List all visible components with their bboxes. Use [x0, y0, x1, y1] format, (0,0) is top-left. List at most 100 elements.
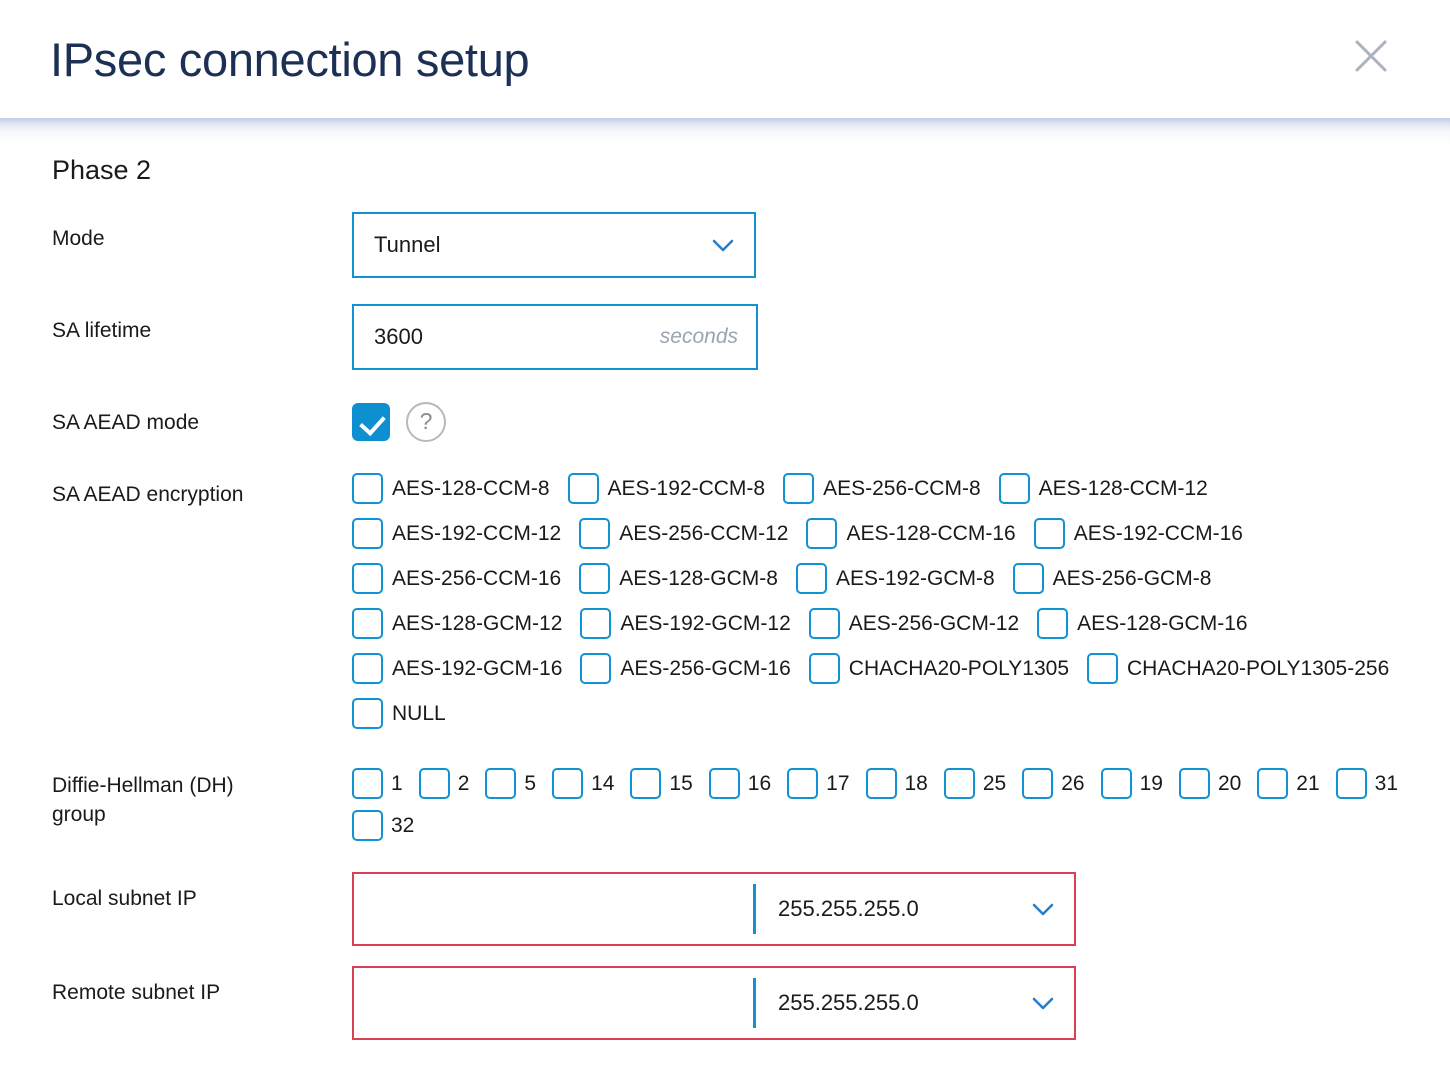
mode-select[interactable]: Tunnel — [352, 212, 756, 278]
close-button[interactable] — [1340, 25, 1402, 87]
dh-group-checkbox[interactable] — [1101, 768, 1132, 799]
control-sa-aead-mode: ? — [352, 396, 1450, 442]
sa-aead-encryption-option[interactable]: AES-192-GCM-16 — [352, 653, 562, 684]
dh-group-checkbox[interactable] — [944, 768, 975, 799]
dh-group-checkbox[interactable] — [552, 768, 583, 799]
dh-group-label: 32 — [391, 814, 414, 838]
form-row-sa-aead-encryption: SA AEAD encryption AES-128-CCM-8 AES-192-… — [0, 468, 1450, 743]
sa-aead-encryption-checkbox[interactable] — [352, 473, 383, 504]
sa-aead-encryption-label: AES-192-CCM-12 — [392, 522, 561, 546]
dh-group-checkbox[interactable] — [1179, 768, 1210, 799]
sa-aead-encryption-checkbox[interactable] — [806, 518, 837, 549]
sa-aead-encryption-checkbox[interactable] — [809, 608, 840, 639]
dh-group-option[interactable]: 31 — [1336, 768, 1398, 799]
dh-group-option[interactable]: 25 — [944, 768, 1006, 799]
remote-subnet-mask-select[interactable]: 255.255.255.0 — [756, 968, 1074, 1038]
dh-group-checkbox[interactable] — [866, 768, 897, 799]
dh-group-label: 26 — [1061, 772, 1084, 796]
sa-aead-encryption-label: CHACHA20-POLY1305-256 — [1127, 657, 1389, 681]
dh-group-checkbox[interactable] — [709, 768, 740, 799]
dh-group-option[interactable]: 5 — [485, 768, 536, 799]
sa-aead-encryption-option[interactable]: AES-256-CCM-16 — [352, 563, 561, 594]
sa-aead-encryption-option[interactable]: AES-128-GCM-16 — [1037, 608, 1247, 639]
sa-aead-encryption-checkbox-group: AES-128-CCM-8 AES-192-CCM-8 AES-256-CCM-8 A… — [352, 468, 1414, 743]
sa-aead-encryption-checkbox[interactable] — [809, 653, 840, 684]
dh-group-option[interactable]: 1 — [352, 768, 403, 799]
dh-group-checkbox[interactable] — [1257, 768, 1288, 799]
local-subnet-mask-value: 255.255.255.0 — [778, 896, 1028, 922]
remote-subnet-ip-input[interactable] — [354, 968, 753, 1038]
dh-group-checkbox[interactable] — [485, 768, 516, 799]
sa-aead-encryption-option[interactable]: AES-192-CCM-16 — [1034, 518, 1243, 549]
sa-aead-encryption-option[interactable]: CHACHA20-POLY1305-256 — [1087, 653, 1389, 684]
sa-aead-encryption-option[interactable]: AES-128-CCM-16 — [806, 518, 1015, 549]
sa-aead-encryption-checkbox[interactable] — [352, 518, 383, 549]
form-row-sa-aead-mode: SA AEAD mode ? — [0, 396, 1450, 442]
sa-aead-encryption-checkbox[interactable] — [1034, 518, 1065, 549]
sa-aead-encryption-checkbox[interactable] — [1013, 563, 1044, 594]
sa-aead-encryption-option[interactable]: AES-256-GCM-12 — [809, 608, 1019, 639]
sa-aead-encryption-checkbox[interactable] — [352, 608, 383, 639]
dh-group-option[interactable]: 18 — [866, 768, 928, 799]
dh-group-option[interactable]: 21 — [1257, 768, 1319, 799]
sa-aead-encryption-option[interactable]: AES-256-CCM-8 — [783, 473, 981, 504]
dh-group-checkbox[interactable] — [787, 768, 818, 799]
sa-aead-encryption-checkbox[interactable] — [1087, 653, 1118, 684]
sa-aead-mode-checkbox[interactable] — [352, 403, 390, 441]
sa-aead-encryption-option[interactable]: NULL — [352, 698, 446, 729]
sa-aead-encryption-checkbox[interactable] — [783, 473, 814, 504]
sa-aead-encryption-option[interactable]: AES-256-GCM-8 — [1013, 563, 1212, 594]
sa-aead-encryption-label: AES-128-CCM-8 — [392, 477, 550, 501]
dh-group-option[interactable]: 20 — [1179, 768, 1241, 799]
sa-aead-encryption-checkbox[interactable] — [796, 563, 827, 594]
dh-group-label: 5 — [524, 772, 536, 796]
sa-aead-encryption-label: AES-192-CCM-8 — [608, 477, 766, 501]
dh-group-option[interactable]: 14 — [552, 768, 614, 799]
sa-aead-encryption-checkbox[interactable] — [579, 563, 610, 594]
sa-aead-encryption-checkbox[interactable] — [1037, 608, 1068, 639]
sa-aead-encryption-checkbox[interactable] — [580, 608, 611, 639]
dh-group-option[interactable]: 32 — [352, 810, 414, 841]
sa-aead-encryption-option[interactable]: AES-192-GCM-8 — [796, 563, 995, 594]
form-row-dh-group: Diffie-Hellman (DH) group 12514151617182… — [0, 763, 1450, 852]
sa-aead-encryption-option[interactable]: AES-256-CCM-12 — [579, 518, 788, 549]
sa-aead-encryption-checkbox[interactable] — [579, 518, 610, 549]
local-subnet-ip-input[interactable] — [354, 874, 753, 944]
dh-group-checkbox[interactable] — [630, 768, 661, 799]
sa-aead-encryption-option[interactable]: AES-256-GCM-16 — [580, 653, 790, 684]
sa-aead-encryption-option[interactable]: AES-192-CCM-8 — [568, 473, 766, 504]
sa-aead-encryption-checkbox[interactable] — [999, 473, 1030, 504]
sa-aead-encryption-option[interactable]: CHACHA20-POLY1305 — [809, 653, 1069, 684]
dh-group-checkbox[interactable] — [419, 768, 450, 799]
sa-aead-encryption-checkbox[interactable] — [352, 563, 383, 594]
dh-group-option[interactable]: 2 — [419, 768, 470, 799]
dh-group-label: 17 — [826, 772, 849, 796]
sa-lifetime-input[interactable] — [374, 306, 650, 368]
sa-aead-encryption-checkbox[interactable] — [580, 653, 611, 684]
dh-group-checkbox[interactable] — [352, 768, 383, 799]
local-subnet-mask-select[interactable]: 255.255.255.0 — [756, 874, 1074, 944]
dh-group-checkbox[interactable] — [1022, 768, 1053, 799]
sa-aead-encryption-checkbox[interactable] — [352, 653, 383, 684]
sa-aead-encryption-option[interactable]: AES-128-GCM-12 — [352, 608, 562, 639]
dh-group-option[interactable]: 17 — [787, 768, 849, 799]
question-mark-icon[interactable]: ? — [406, 402, 446, 442]
dh-group-checkbox[interactable] — [1336, 768, 1367, 799]
sa-aead-encryption-checkbox[interactable] — [352, 698, 383, 729]
sa-aead-encryption-option[interactable]: AES-192-GCM-12 — [580, 608, 790, 639]
label-sa-aead-encryption: SA AEAD encryption — [52, 468, 352, 510]
dh-group-checkbox[interactable] — [352, 810, 383, 841]
sa-aead-encryption-option[interactable]: AES-128-CCM-12 — [999, 473, 1208, 504]
form-row-local-subnet: Local subnet IP 255.255.255.0 — [0, 872, 1450, 946]
dh-group-label: 14 — [591, 772, 614, 796]
control-remote-subnet-ip: 255.255.255.0 — [352, 966, 1450, 1040]
dh-group-option[interactable]: 19 — [1101, 768, 1163, 799]
sa-aead-encryption-option[interactable]: AES-128-CCM-8 — [352, 473, 550, 504]
dh-group-option[interactable]: 26 — [1022, 768, 1084, 799]
sa-aead-encryption-option[interactable]: AES-128-GCM-8 — [579, 563, 778, 594]
dh-group-option[interactable]: 16 — [709, 768, 771, 799]
dh-group-label: 1 — [391, 772, 403, 796]
sa-aead-encryption-checkbox[interactable] — [568, 473, 599, 504]
sa-aead-encryption-option[interactable]: AES-192-CCM-12 — [352, 518, 561, 549]
dh-group-option[interactable]: 15 — [630, 768, 692, 799]
